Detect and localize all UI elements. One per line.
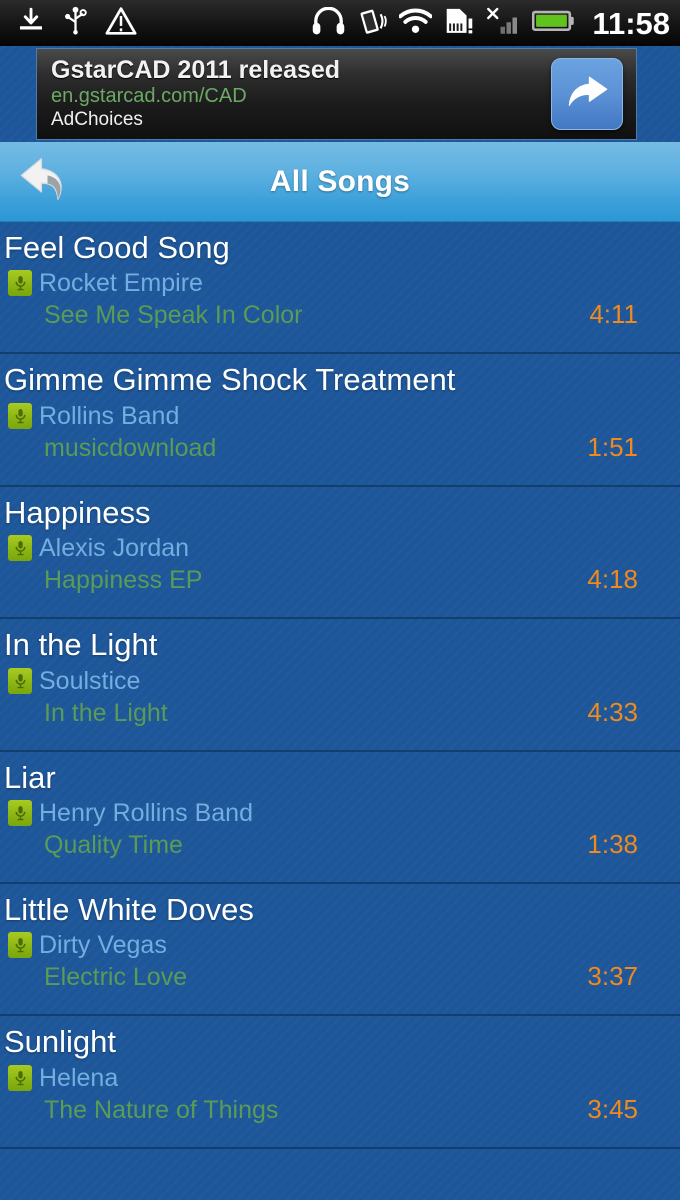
song-title: Sunlight	[4, 1024, 117, 1060]
song-title: Gimme Gimme Shock Treatment	[4, 362, 456, 398]
ad-choices-label[interactable]: AdChoices	[51, 109, 551, 132]
song-album-row: Electric Love 3:37	[0, 960, 680, 992]
song-artist: Helena	[39, 1063, 119, 1092]
song-title: Feel Good Song	[4, 230, 230, 265]
sim-card-warning-icon	[443, 7, 474, 40]
song-list[interactable]: Feel Good Song Rocket Empire See Me Speak …	[0, 222, 680, 1149]
song-row[interactable]: Feel Good Song Rocket Empire See Me Speak …	[0, 222, 680, 355]
song-title: In the Light	[4, 627, 158, 663]
vibrate-icon	[356, 7, 388, 40]
song-album: Happiness EP	[44, 566, 203, 595]
forward-arrow-icon	[564, 72, 610, 117]
ad-text-block: GstarCAD 2011 released en.gstarcad.com/C…	[37, 56, 551, 132]
download-icon	[16, 6, 46, 41]
song-title: Little White Doves	[4, 891, 254, 927]
song-duration: 4:33	[587, 696, 638, 727]
song-artist-row: Dirty Vegas	[0, 930, 680, 960]
microphone-icon	[8, 932, 32, 959]
song-album: In the Light	[44, 698, 168, 727]
song-artist: Alexis Jordan	[39, 534, 190, 563]
song-artist-row: Alexis Jordan	[0, 533, 680, 563]
title-bar: All Songs	[0, 142, 680, 222]
ad-title: GstarCAD 2011 released	[51, 56, 341, 85]
app-screen: 11:58 GstarCAD 2011 released en.gstarcad…	[0, 0, 680, 1200]
song-album: musicdownload	[44, 433, 217, 462]
song-row[interactable]: Little White Doves Dirty Vegas Electric Lo…	[0, 884, 680, 1017]
microphone-icon	[8, 270, 32, 297]
song-artist: Henry Rollins Band	[39, 799, 253, 827]
song-artist-row: Helena	[0, 1063, 680, 1093]
song-row[interactable]: In the Light Soulstice In the Light 4:33	[0, 619, 680, 752]
microphone-icon	[8, 402, 32, 429]
microphone-icon	[8, 800, 32, 826]
song-artist-row: Henry Rollins Band	[0, 798, 680, 828]
song-row[interactable]: Sunlight Helena The Nature of Things 3:45	[0, 1016, 680, 1149]
song-album-row: musicdownload 1:51	[0, 431, 680, 463]
song-row[interactable]: Liar Henry Rollins Band Quality Time 1:38	[0, 752, 680, 884]
song-artist: Rollins Band	[39, 401, 180, 430]
usb-icon	[62, 6, 89, 41]
song-duration: 4:11	[589, 299, 638, 330]
song-title: Liar	[4, 759, 56, 795]
song-artist-row: Soulstice	[0, 666, 680, 696]
microphone-icon	[8, 1064, 32, 1091]
song-artist-row: Rocket Empire	[0, 268, 680, 298]
status-bar[interactable]: 11:58	[0, 0, 680, 46]
song-album: The Nature of Things	[44, 1095, 279, 1124]
song-row[interactable]: Happiness Alexis Jordan Happiness EP 4:18	[0, 487, 680, 620]
headphones-icon	[312, 6, 345, 40]
song-album-row: In the Light 4:33	[0, 696, 680, 728]
ad-banner[interactable]: GstarCAD 2011 released en.gstarcad.com/C…	[36, 48, 637, 140]
status-bar-left-icons	[16, 6, 312, 41]
microphone-icon	[8, 535, 32, 562]
ad-action-button[interactable]	[551, 58, 623, 130]
back-button[interactable]	[16, 154, 76, 210]
song-album: See Me Speak In Color	[44, 301, 303, 330]
song-artist: Soulstice	[39, 666, 141, 695]
ad-url[interactable]: en.gstarcad.com/CAD	[51, 84, 551, 109]
song-row[interactable]: Gimme Gimme Shock Treatment Rollins Band m…	[0, 354, 680, 487]
battery-icon	[532, 9, 575, 38]
song-album: Quality Time	[44, 831, 183, 859]
wifi-icon	[398, 7, 434, 39]
ad-banner-container: GstarCAD 2011 released en.gstarcad.com/C…	[0, 46, 680, 142]
signal-bars-no-service-icon	[485, 6, 521, 41]
song-album-row: Quality Time 1:38	[0, 828, 680, 860]
song-album: Electric Love	[44, 963, 188, 992]
song-duration: 3:37	[587, 961, 638, 992]
status-bar-clock: 11:58	[592, 5, 670, 41]
song-duration: 1:38	[587, 829, 638, 859]
song-duration: 3:45	[587, 1093, 638, 1124]
warning-triangle-icon	[105, 6, 137, 41]
song-duration: 4:18	[587, 564, 638, 595]
song-title: Happiness	[4, 494, 151, 530]
song-album-row: Happiness EP 4:18	[0, 563, 680, 595]
song-album-row: The Nature of Things 3:45	[0, 1093, 680, 1125]
song-artist: Dirty Vegas	[39, 931, 167, 960]
back-arrow-icon	[17, 153, 75, 210]
song-duration: 1:51	[587, 431, 638, 462]
song-album-row: See Me Speak In Color 4:11	[0, 298, 680, 330]
song-artist: Rocket Empire	[39, 269, 203, 298]
song-artist-row: Rollins Band	[0, 401, 680, 431]
page-title: All Songs	[269, 164, 411, 198]
status-bar-right-icons: 11:58	[312, 6, 670, 41]
microphone-icon	[8, 667, 32, 694]
